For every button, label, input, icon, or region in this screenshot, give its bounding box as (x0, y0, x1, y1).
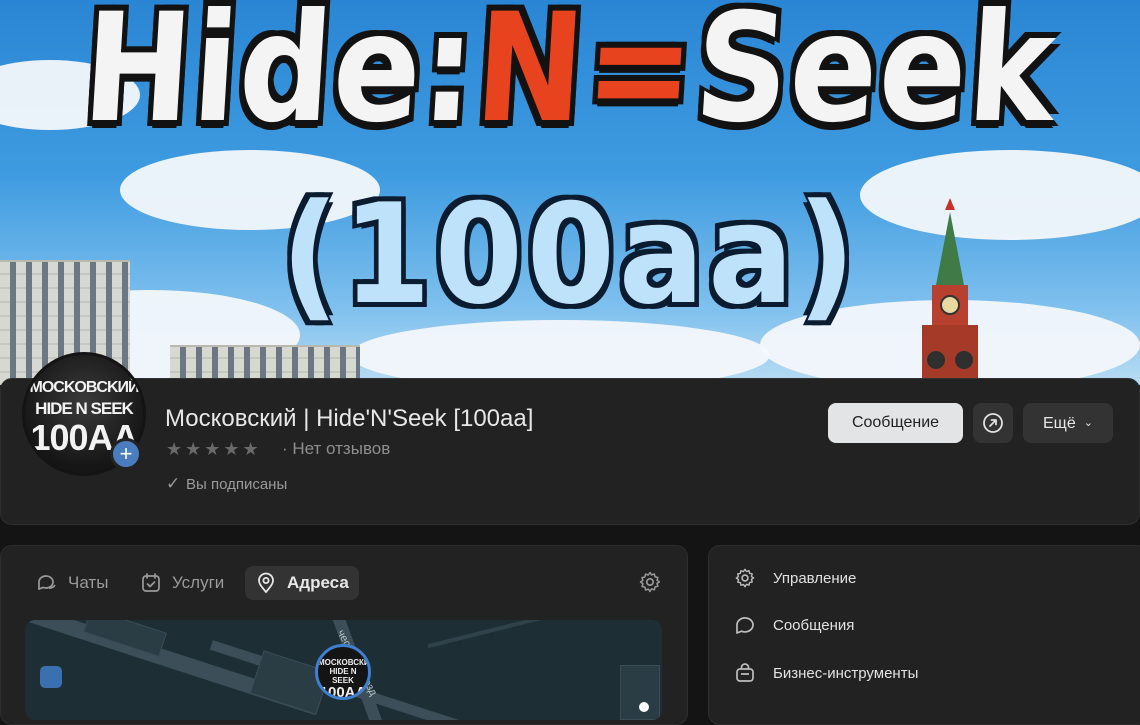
settings-gear-icon[interactable] (638, 570, 662, 594)
chats-icon (36, 572, 58, 594)
map-location-pin[interactable]: МОСКОВСКИЙ HIDE N SEEK 100AA (315, 644, 371, 700)
tab-chats[interactable]: Чаты (36, 566, 108, 600)
chevron-down-icon: ⌄ (1083, 417, 1093, 429)
gear-icon (734, 567, 756, 589)
share-button[interactable] (973, 403, 1013, 443)
calendar-check-icon (140, 572, 162, 594)
subscribed-status[interactable]: ✓ Вы подписаны (166, 474, 287, 494)
more-label: Ещё (1043, 415, 1076, 432)
tab-services[interactable]: Услуги (140, 566, 224, 600)
add-avatar-button[interactable]: + (110, 438, 142, 470)
cover-image: Hide:N=Seek (100aa) (0, 0, 1140, 385)
cover-subtitle: (100aa) (280, 174, 860, 335)
menu-item-business-tools[interactable]: Бизнес-инструменты (734, 661, 918, 685)
subscribed-label: Вы подписаны (186, 476, 288, 493)
check-icon: ✓ (166, 474, 181, 493)
more-button[interactable]: Ещё ⌄ (1023, 403, 1113, 443)
cover-title: Hide:N=Seek (78, 0, 1062, 156)
reviews-link[interactable]: · Нет отзывов (282, 439, 390, 459)
menu-item-messages[interactable]: Сообщения (734, 613, 854, 637)
bus-stop-icon[interactable] (40, 666, 62, 688)
rating-stars: ★★★★★ (166, 439, 262, 459)
map-pin-icon (255, 572, 277, 594)
message-button[interactable]: Сообщение (828, 403, 963, 443)
group-name: Московский | Hide'N'Seek [100aa] (165, 405, 534, 432)
map-marker-dot[interactable] (639, 702, 649, 712)
chat-bubble-icon (734, 614, 756, 636)
tab-addresses[interactable]: Адреса (245, 566, 359, 600)
bag-icon (734, 662, 756, 684)
menu-item-management[interactable]: Управление (734, 566, 856, 590)
share-arrow-icon (983, 413, 1003, 433)
